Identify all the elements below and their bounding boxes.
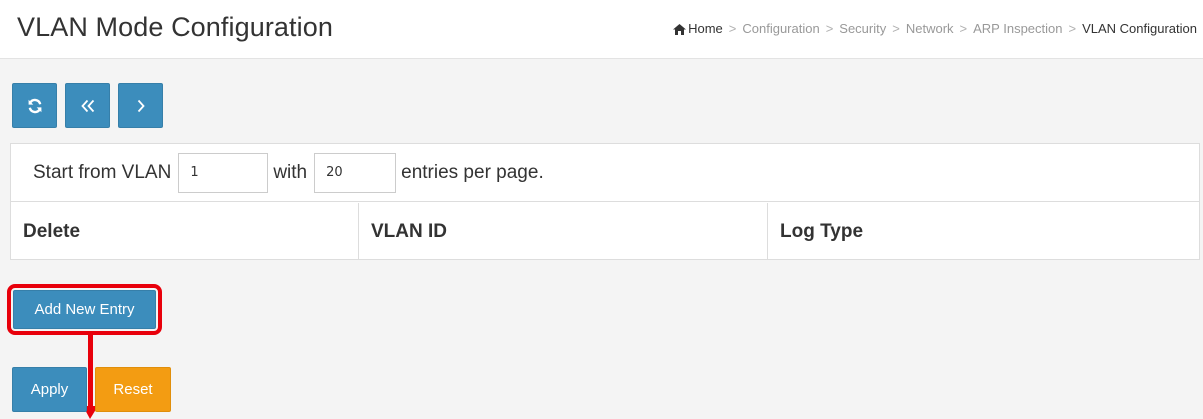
breadcrumb: Home > Configuration > Security > Networ… (673, 21, 1197, 36)
start-from-vlan-label: Start from VLAN (33, 161, 172, 183)
breadcrumb-separator-icon: > (825, 21, 834, 36)
page-header: VLAN Mode Configuration Home > Configura… (0, 0, 1203, 59)
apply-button[interactable]: Apply (12, 367, 87, 412)
breadcrumb-separator-icon: > (1068, 21, 1077, 36)
refresh-button[interactable] (12, 83, 57, 128)
reset-button[interactable]: Reset (95, 367, 171, 412)
breadcrumb-separator-icon: > (728, 21, 737, 36)
breadcrumb-separator-icon: > (892, 21, 900, 36)
annotation-arrow-line (88, 335, 93, 411)
annotation-highlight-box (7, 284, 162, 335)
vlan-table-panel: Start from VLAN with entries per page. D… (10, 143, 1200, 260)
page: VLAN Mode Configuration Home > Configura… (0, 0, 1203, 419)
breadcrumb-vlan-configuration: VLAN Configuration (1082, 21, 1197, 36)
entries-per-page-input[interactable] (314, 152, 397, 193)
first-page-button[interactable] (65, 83, 110, 128)
column-header-vlan-id: VLAN ID (358, 203, 767, 260)
home-icon (673, 23, 687, 35)
column-header-delete: Delete (23, 220, 81, 242)
entries-per-page-label: entries per page. (401, 161, 544, 183)
with-label: with (273, 161, 308, 183)
double-chevron-left-icon (80, 99, 96, 113)
breadcrumb-arp-inspection[interactable]: ARP Inspection (973, 21, 1062, 36)
breadcrumb-separator-icon: > (959, 21, 968, 36)
breadcrumb-home[interactable]: Home (688, 21, 723, 36)
column-header-log-type: Log Type (767, 203, 1199, 260)
breadcrumb-security[interactable]: Security (839, 21, 886, 36)
paging-controls: Start from VLAN with entries per page. (11, 144, 1199, 202)
chevron-right-icon (136, 99, 146, 113)
refresh-icon (27, 98, 43, 114)
start-vlan-input[interactable] (178, 152, 269, 193)
next-page-button[interactable] (118, 83, 163, 128)
breadcrumb-configuration[interactable]: Configuration (742, 21, 819, 36)
page-title: VLAN Mode Configuration (17, 12, 333, 42)
breadcrumb-network[interactable]: Network (906, 21, 954, 36)
